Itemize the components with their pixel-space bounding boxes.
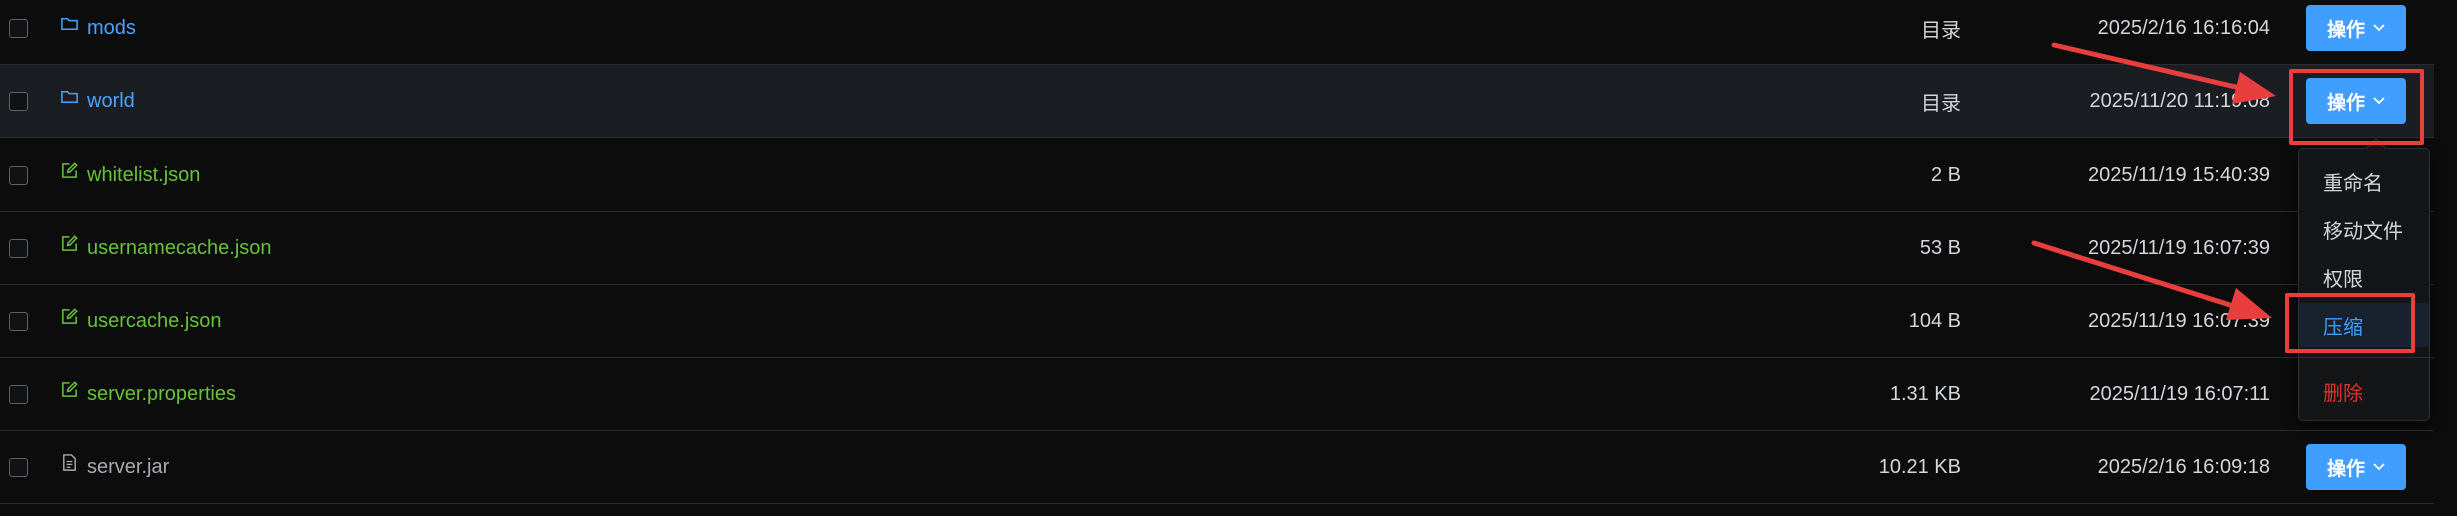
actions-button-label: 操作	[2326, 19, 2365, 41]
actions-button[interactable]: 操作	[2306, 78, 2406, 124]
chevron-down-icon	[2373, 24, 2385, 32]
row-checkbox[interactable]	[9, 239, 28, 258]
file-manager: mods 目录 2025/2/16 16:16:04 操作 world 目录 2…	[0, 0, 2457, 516]
folder-icon	[61, 90, 78, 103]
file-name-text: world	[87, 90, 135, 112]
file-size: 2 B	[1930, 164, 1961, 186]
file-name-text: usernamecache.json	[87, 237, 272, 259]
actions-button[interactable]: 操作	[2306, 444, 2406, 490]
document-icon	[63, 454, 76, 471]
modified-time: 2025/11/19 15:40:39	[2087, 164, 2270, 186]
menu-item-permissions[interactable]: 权限	[2299, 255, 2429, 299]
table-row[interactable]: mods 目录 2025/2/16 16:16:04 操作	[0, 0, 2434, 65]
row-checkbox[interactable]	[9, 166, 28, 185]
file-size: 目录	[1921, 20, 1961, 42]
file-size: 53 B	[1919, 237, 1961, 259]
row-checkbox[interactable]	[9, 385, 28, 404]
file-name-text: mods	[87, 17, 136, 39]
actions-button[interactable]: 操作	[2306, 5, 2406, 51]
row-checkbox[interactable]	[9, 92, 28, 111]
file-name-text-row: server.jar	[60, 431, 169, 504]
file-name-text: server.properties	[87, 383, 236, 405]
menu-item-move-file[interactable]: 移动文件	[2299, 207, 2429, 251]
file-name-link[interactable]: server.properties	[60, 358, 236, 431]
file-name-text: whitelist.json	[87, 164, 201, 186]
modified-time: 2025/2/16 16:09:18	[2097, 456, 2270, 478]
file-name-text: server.jar	[87, 456, 170, 478]
row-checkbox[interactable]	[9, 312, 28, 331]
file-name-link[interactable]: usernamecache.json	[60, 212, 272, 285]
modified-time: 2025/11/19 16:07:11	[2089, 383, 2270, 405]
file-size: 104 B	[1908, 310, 1961, 332]
actions-button-label: 操作	[2326, 92, 2365, 114]
modified-time: 2025/11/19 16:07:39	[2087, 310, 2270, 332]
modified-time: 2025/2/16 16:16:04	[2097, 17, 2270, 39]
menu-item-rename[interactable]: 重命名	[2299, 159, 2429, 203]
actions-dropdown-menu: 重命名 移动文件 权限 压缩 删除	[2298, 138, 2430, 421]
file-size: 10.21 KB	[1878, 456, 1961, 478]
menu-divider	[2299, 357, 2429, 358]
row-checkbox[interactable]	[9, 19, 28, 38]
table-row[interactable]: server.jar 10.21 KB 2025/2/16 16:09:18 操…	[0, 431, 2434, 504]
table-row[interactable]: usercache.json 104 B 2025/11/19 16:07:39	[0, 285, 2434, 358]
modified-time: 2025/11/20 11:19:08	[2089, 90, 2270, 112]
modified-time: 2025/11/19 16:07:39	[2087, 237, 2270, 259]
table-row[interactable]: whitelist.json 2 B 2025/11/19 15:40:39	[0, 139, 2434, 212]
table-row[interactable]: world 目录 2025/11/20 11:19:08 操作	[0, 65, 2434, 138]
file-size: 目录	[1921, 93, 1961, 115]
actions-button-label: 操作	[2326, 458, 2365, 480]
edit-icon	[62, 308, 78, 324]
scrollbar-track[interactable]	[2434, 0, 2457, 516]
menu-item-delete[interactable]: 删除	[2299, 369, 2429, 413]
chevron-down-icon	[2373, 97, 2385, 105]
file-name-link[interactable]: usercache.json	[60, 285, 222, 358]
file-name-link[interactable]: whitelist.json	[60, 139, 200, 212]
edit-icon	[62, 235, 78, 251]
row-checkbox[interactable]	[9, 458, 28, 477]
file-name-link[interactable]: mods	[60, 0, 136, 65]
folder-icon	[61, 17, 78, 30]
edit-icon	[62, 381, 78, 397]
file-size: 1.31 KB	[1889, 383, 1961, 405]
file-name-link[interactable]: world	[60, 65, 135, 138]
file-name-text: usercache.json	[87, 310, 222, 332]
menu-item-compress[interactable]: 压缩	[2299, 303, 2429, 347]
table-row[interactable]: server.properties 1.31 KB 2025/11/19 16:…	[0, 358, 2434, 431]
edit-icon	[62, 162, 78, 178]
table-row[interactable]: usernamecache.json 53 B 2025/11/19 16:07…	[0, 212, 2434, 285]
chevron-down-icon	[2373, 463, 2385, 471]
